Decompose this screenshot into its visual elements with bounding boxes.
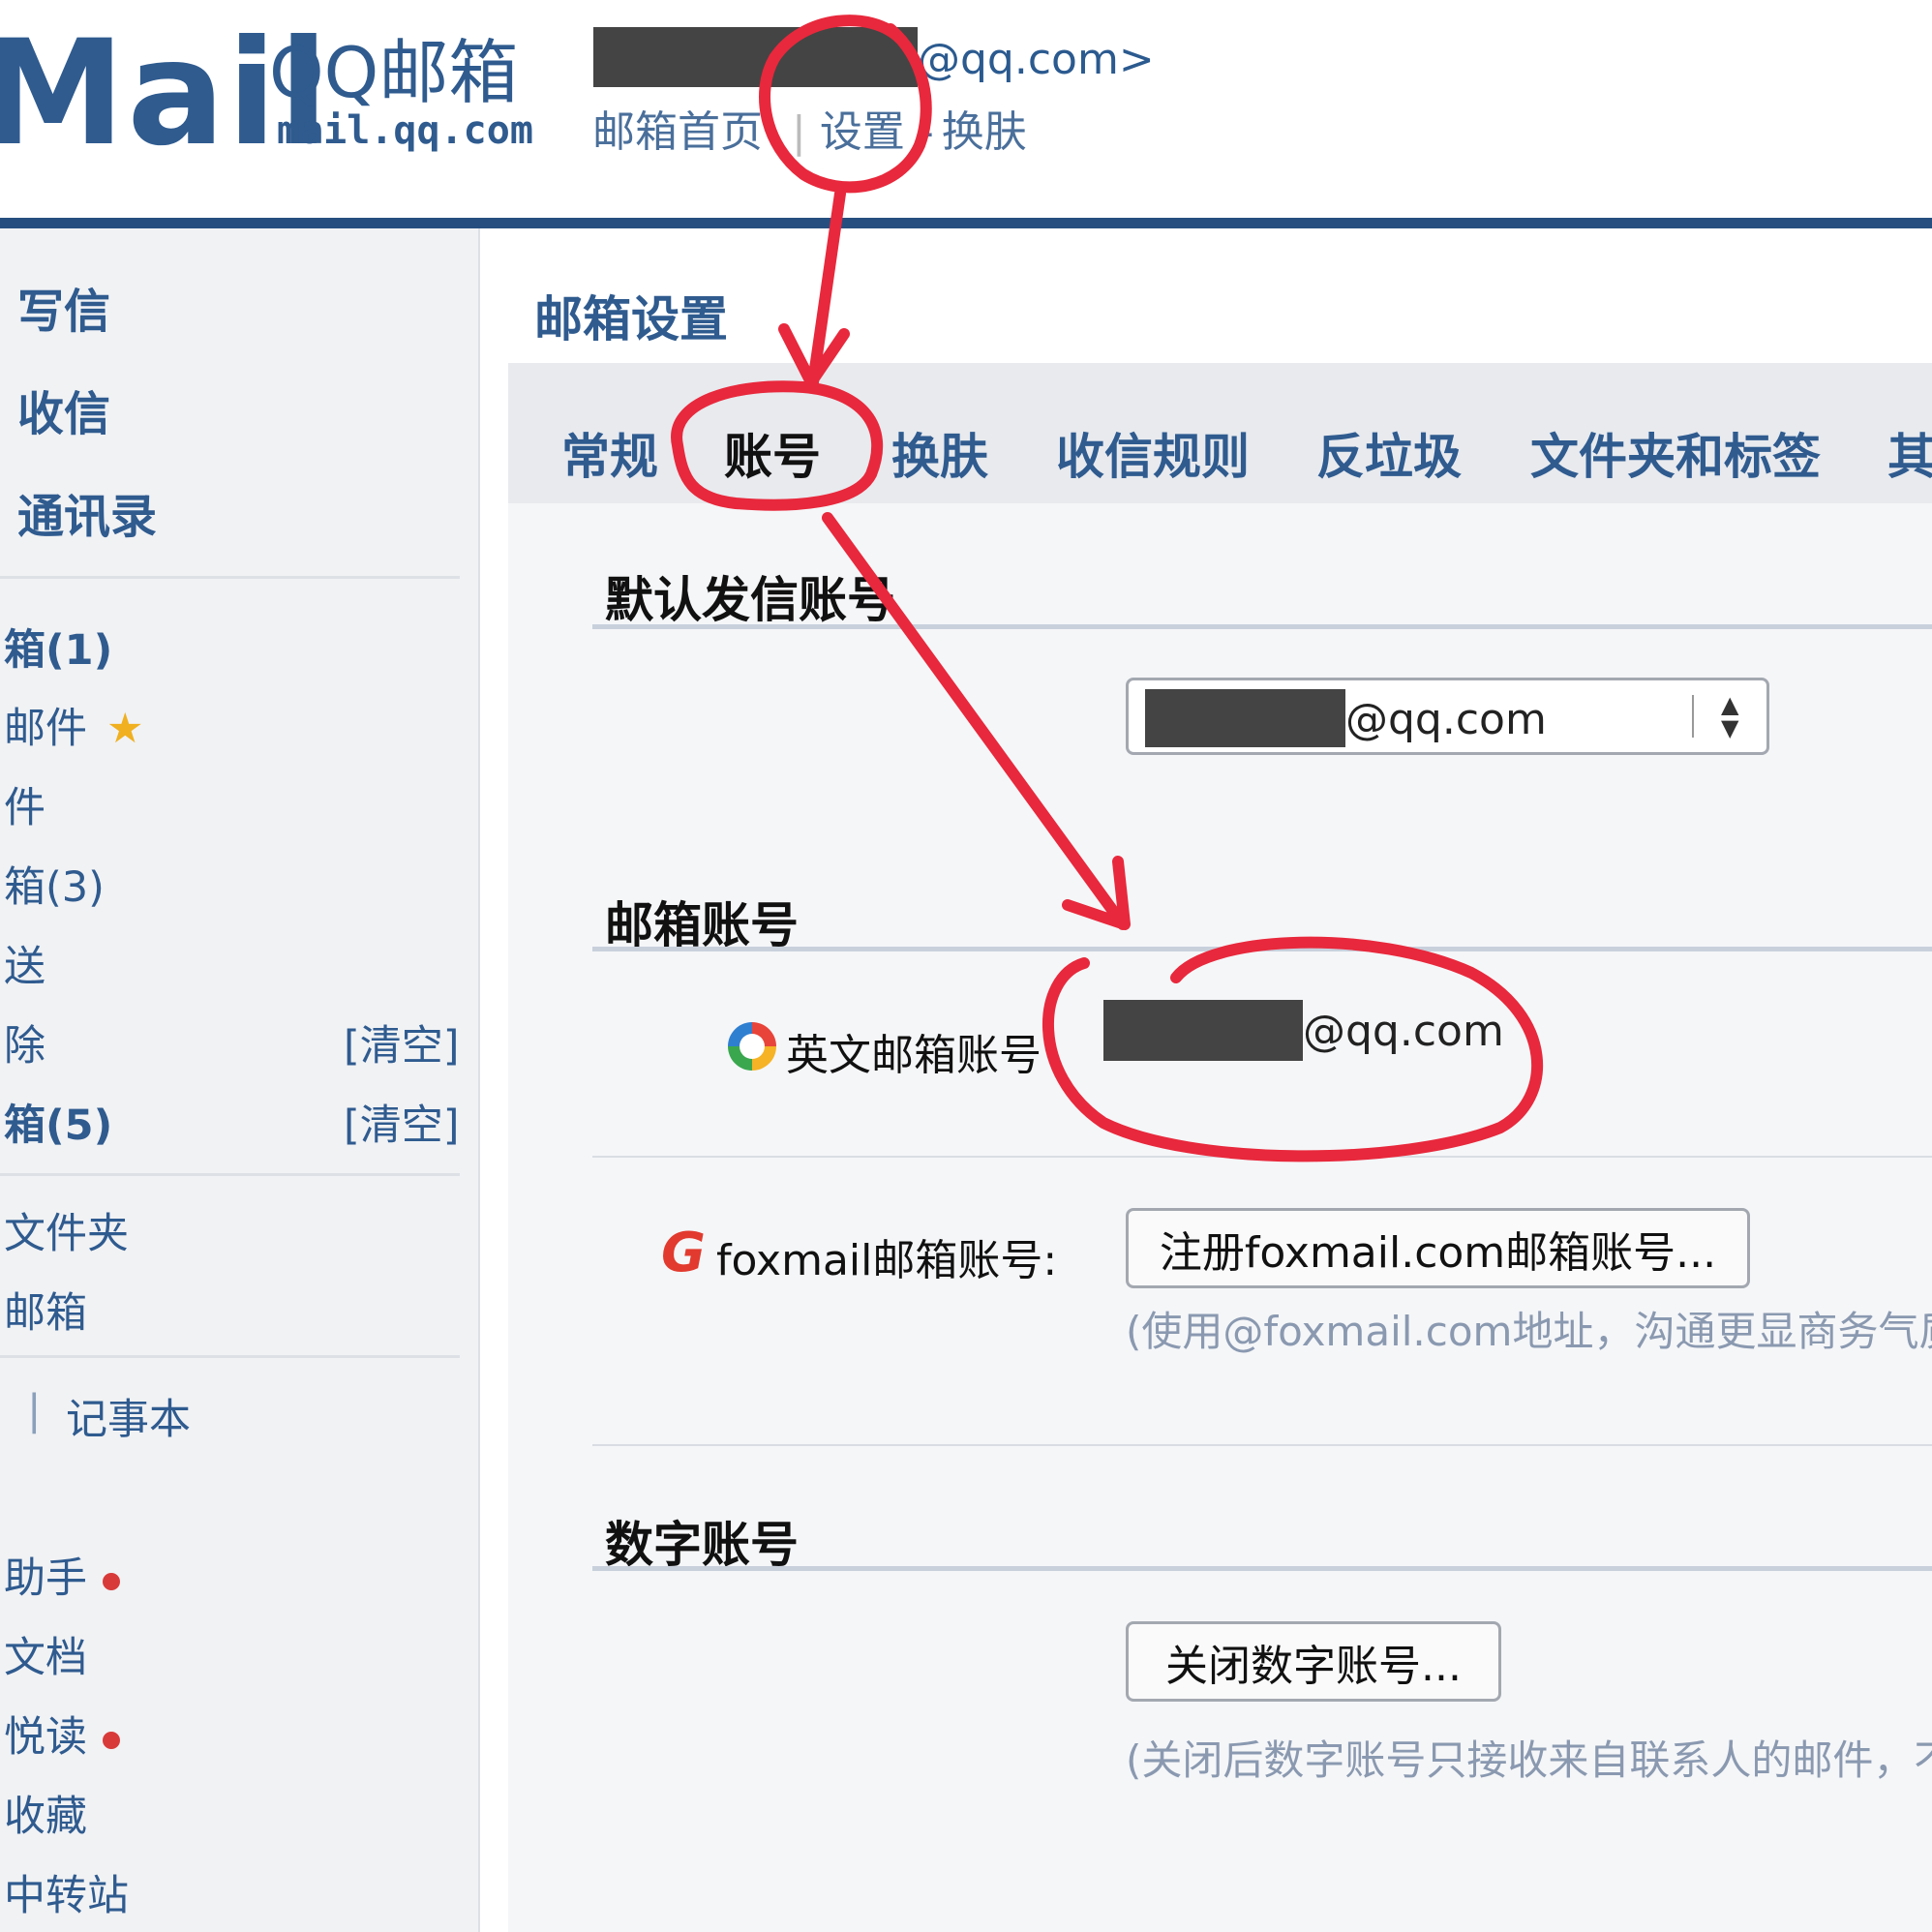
- select-separator: [1692, 695, 1694, 738]
- nav-separator: |: [792, 107, 806, 157]
- clear-spam-link[interactable]: [清空]: [344, 1092, 460, 1152]
- qq-logo-icon-center: [740, 1034, 765, 1059]
- app-assistant[interactable]: 助手: [4, 1545, 120, 1605]
- tab-account[interactable]: 账号: [724, 418, 821, 488]
- section-title-default-sender: 默认发信账号: [605, 572, 895, 628]
- receive-link[interactable]: 收信: [17, 376, 110, 443]
- folder-item[interactable]: 箱(3): [4, 854, 105, 914]
- select-redaction: [1145, 689, 1345, 747]
- app-reader[interactable]: 悦读: [4, 1704, 120, 1764]
- nav-dash: -: [918, 107, 934, 157]
- row-divider: [592, 1444, 1932, 1446]
- register-foxmail-button[interactable]: 注册foxmail.com邮箱账号...: [1126, 1208, 1750, 1288]
- compose-link[interactable]: 写信: [17, 273, 110, 341]
- tab-skin[interactable]: 换肤: [891, 418, 988, 488]
- app-favorites[interactable]: 收藏: [4, 1783, 87, 1843]
- notepad-link[interactable]: 记事本: [66, 1386, 191, 1446]
- folder-inbox[interactable]: 箱(1): [4, 617, 112, 677]
- star-icon: ★: [106, 705, 144, 753]
- sidebar-divider: [0, 1355, 460, 1358]
- tools-separator: |: [27, 1386, 42, 1434]
- page-title: 邮箱设置: [534, 291, 728, 347]
- section-divider: [592, 947, 1932, 951]
- clear-deleted-link[interactable]: [清空]: [344, 1012, 460, 1072]
- app-transfer-station[interactable]: 中转站: [4, 1862, 129, 1922]
- tab-folders-labels[interactable]: 文件夹和标签: [1530, 418, 1821, 488]
- foxmail-note: (使用@foxmail.com地址，沟通更显商务气质: [1126, 1308, 1932, 1355]
- tab-mail-rules[interactable]: 收信规则: [1056, 418, 1250, 488]
- app-docs[interactable]: 文档: [4, 1624, 87, 1684]
- digit-account-note: (关闭后数字账号只接收来自联系人的邮件，不: [1126, 1736, 1932, 1784]
- app-assistant-label: 助手: [4, 1555, 87, 1603]
- top-nav: 邮箱首页 | 设置 - 换肤: [592, 97, 1056, 159]
- foxmail-logo-icon: G: [661, 1222, 706, 1284]
- row-divider: [592, 1156, 1932, 1158]
- tab-general[interactable]: 常规: [561, 418, 658, 488]
- folder-spam[interactable]: 箱(5): [4, 1092, 112, 1152]
- account-redaction: [593, 27, 918, 87]
- tab-other[interactable]: 其: [1887, 418, 1932, 488]
- nav-home-link[interactable]: 邮箱首页: [592, 107, 763, 157]
- folder-starred-label: 邮件: [4, 705, 87, 753]
- default-sender-value: @qq.com: [1345, 695, 1547, 744]
- app-reader-label: 悦读: [4, 1713, 87, 1762]
- my-folders-link[interactable]: 文件夹: [4, 1200, 129, 1260]
- account-redaction: [1103, 1000, 1303, 1061]
- notification-dot-icon: [103, 1731, 120, 1749]
- english-account-label: 英文邮箱账号: [786, 1031, 1041, 1080]
- header-divider: [0, 218, 1932, 228]
- sidebar-divider: [0, 1173, 460, 1176]
- english-account-value: @qq.com: [1303, 1007, 1504, 1056]
- notification-dot-icon: [103, 1572, 120, 1590]
- other-mailbox-link[interactable]: 邮箱: [4, 1280, 87, 1340]
- close-digit-account-button[interactable]: 关闭数字账号...: [1126, 1621, 1501, 1702]
- updown-arrows-icon[interactable]: ▲ ▼: [1721, 693, 1738, 740]
- folder-starred[interactable]: 邮件 ★: [4, 695, 144, 755]
- sidebar-divider: [0, 576, 460, 579]
- section-divider: [592, 624, 1932, 629]
- tab-anti-spam[interactable]: 反垃圾: [1316, 418, 1462, 488]
- logo-title[interactable]: QQ邮箱: [269, 34, 518, 111]
- account-suffix: @qq.com>: [918, 35, 1155, 84]
- header: Mail QQ邮箱 mail.qq.com @qq.com> 邮箱首页 | 设置 - 换…: [0, 0, 1932, 218]
- contacts-link[interactable]: 通讯录: [17, 478, 157, 546]
- foxmail-account-label: foxmail邮箱账号:: [716, 1236, 1058, 1285]
- folder-item[interactable]: 送: [4, 933, 45, 993]
- folder-item[interactable]: 件: [4, 774, 45, 834]
- nav-settings-link[interactable]: 设置: [820, 107, 905, 157]
- nav-skin-link[interactable]: 换肤: [942, 107, 1027, 157]
- folder-deleted[interactable]: 除: [4, 1012, 45, 1072]
- logo-domain: mail.qq.com: [277, 108, 533, 153]
- section-divider: [592, 1566, 1932, 1571]
